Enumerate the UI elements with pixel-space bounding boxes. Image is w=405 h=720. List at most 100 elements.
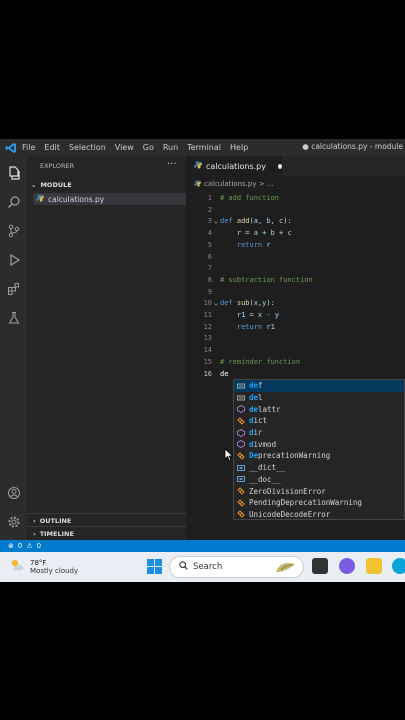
task-view-icon[interactable]	[312, 558, 328, 574]
class-icon	[237, 452, 245, 460]
suggestion-item-zerodivisionerror[interactable]: ZeroDivisionError	[234, 485, 404, 497]
code-line[interactable]: 8 # subtraction function	[186, 275, 405, 287]
code-line[interactable]: 3 ⌄ def add(a, b, c):	[186, 216, 405, 228]
source-control-icon[interactable]	[5, 222, 22, 239]
line-number: 15	[203, 357, 212, 366]
code-line[interactable]: 13	[186, 333, 405, 345]
menu-run[interactable]: Run	[163, 143, 178, 152]
outline-section[interactable]: › OUTLINE	[33, 517, 71, 525]
menu-selection[interactable]: Selection	[69, 143, 106, 152]
error-count[interactable]: 0	[18, 542, 22, 550]
line-number: 13	[203, 334, 212, 343]
code-line[interactable]: 6	[186, 252, 405, 264]
code-token: c	[287, 229, 292, 238]
suggestion-item-def[interactable]: def	[234, 380, 404, 392]
windows-taskbar: 78°F Mostly cloudy Search	[0, 552, 405, 582]
settings-gear-icon[interactable]	[5, 513, 22, 530]
explorer-header: EXPLORER	[40, 162, 75, 170]
suggestion-match: de	[249, 381, 259, 391]
menu-go[interactable]: Go	[143, 143, 154, 152]
chevron-right-icon: ›	[33, 530, 36, 538]
chat-app-icon[interactable]	[339, 558, 355, 574]
function-icon	[237, 428, 245, 437]
warning-icon[interactable]: ⚠	[26, 542, 32, 550]
tab-calculations-py[interactable]: calculations.py	[186, 156, 282, 176]
code-line[interactable]: 15 # reminder function	[186, 357, 405, 369]
suggestion-item-dir[interactable]: dir	[234, 427, 404, 439]
breadcrumb[interactable]: calculations.py > ...	[186, 178, 273, 190]
code-line[interactable]: 12 return r1	[186, 322, 405, 334]
suggestion-rest: PendingDeprecationWarning	[249, 498, 362, 508]
code-line[interactable]: 5 return r	[186, 240, 405, 252]
code-line[interactable]: 14	[186, 345, 405, 357]
menu-terminal[interactable]: Terminal	[187, 143, 221, 152]
keyword-icon	[237, 394, 245, 402]
file-explorer-icon[interactable]	[366, 558, 382, 574]
edge-browser-icon[interactable]	[392, 558, 405, 574]
class-icon	[237, 510, 245, 519]
run-debug-icon[interactable]	[5, 251, 22, 268]
function-icon	[237, 440, 245, 449]
warning-count[interactable]: 0	[37, 542, 41, 550]
line-number: 2	[207, 205, 212, 214]
fold-chevron-icon[interactable]: ⌄	[212, 216, 220, 228]
windows-start-icon[interactable]	[147, 559, 162, 578]
suggestion-item-dict[interactable]: dict	[234, 415, 404, 427]
suggestion-item-divmod[interactable]: divmod	[234, 438, 404, 450]
testing-icon[interactable]	[5, 309, 22, 326]
file-calculations-py[interactable]: calculations.py	[33, 193, 186, 205]
suggestion-item-unicodedecodeerror[interactable]: UnicodeDecodeError	[234, 509, 404, 521]
line-number: 11	[203, 311, 212, 319]
code-line[interactable]: 4 r = a + b + c	[186, 228, 405, 240]
folder-module[interactable]: ⌄ MODULE	[31, 181, 72, 189]
code-token: def	[220, 217, 237, 226]
line-number: 4	[207, 229, 212, 238]
weather-widget[interactable]: 78°F Mostly cloudy	[9, 557, 78, 576]
sidebar-divider	[27, 513, 186, 514]
menu-edit[interactable]: Edit	[44, 143, 60, 152]
tab-label: calculations.py	[206, 161, 266, 171]
breadcrumb-label: calculations.py > ...	[204, 180, 274, 188]
code-token: add	[236, 217, 250, 226]
more-actions-icon[interactable]: ···	[167, 159, 177, 170]
extensions-icon[interactable]	[5, 280, 22, 297]
menu-file[interactable]: File	[22, 143, 35, 152]
suggestion-item-del[interactable]: del	[234, 392, 404, 404]
code-token: ):	[266, 299, 275, 308]
suggestion-rest: precationWarning	[258, 451, 331, 461]
files-icon[interactable]	[5, 164, 22, 181]
account-icon[interactable]	[5, 484, 22, 501]
suggestion-item-dict[interactable]: __dict__	[234, 462, 404, 474]
code-token: return	[236, 322, 267, 331]
suggestion-rest: lattr	[258, 404, 281, 414]
suggestion-label: del	[249, 393, 263, 402]
code-line[interactable]: 7	[186, 263, 405, 275]
search-icon[interactable]	[5, 193, 22, 210]
menu-view[interactable]: View	[115, 143, 134, 152]
suggestion-item-deprecationwarning[interactable]: DeprecationWarning	[234, 450, 404, 462]
code-line[interactable]: 11 r1 = x - y	[186, 310, 405, 322]
taskbar-search-box[interactable]: Search	[169, 556, 304, 578]
suggestion-item-delattr[interactable]: delattr	[234, 403, 404, 415]
code-line[interactable]: 1 # add function	[186, 193, 405, 205]
line-number: 7	[207, 264, 212, 273]
code-line[interactable]: 10 ⌄ def sub(x,y):	[186, 298, 405, 310]
code-token: sub	[236, 299, 250, 308]
suggestion-rest: UnicodeDecodeError	[249, 509, 331, 519]
menu-help[interactable]: Help	[230, 143, 248, 152]
suggestion-item-doc[interactable]: __doc__	[234, 474, 404, 486]
chevron-right-icon: ›	[33, 517, 36, 525]
error-icon[interactable]: ⊗	[8, 542, 14, 550]
unsaved-dot-icon[interactable]	[277, 163, 282, 169]
timeline-label: TIMELINE	[39, 530, 74, 538]
line-number: 14	[203, 346, 212, 355]
class-icon	[237, 499, 245, 507]
code-line[interactable]: 9	[186, 287, 405, 299]
timeline-section[interactable]: › TIMELINE	[33, 530, 74, 538]
suggestion-item-pendingdeprecationwarning[interactable]: PendingDeprecationWarning	[234, 497, 404, 509]
suggestion-rest: ir	[253, 428, 263, 438]
code-line[interactable]: 2	[186, 205, 405, 217]
fold-chevron-icon[interactable]: ⌄	[212, 298, 220, 310]
